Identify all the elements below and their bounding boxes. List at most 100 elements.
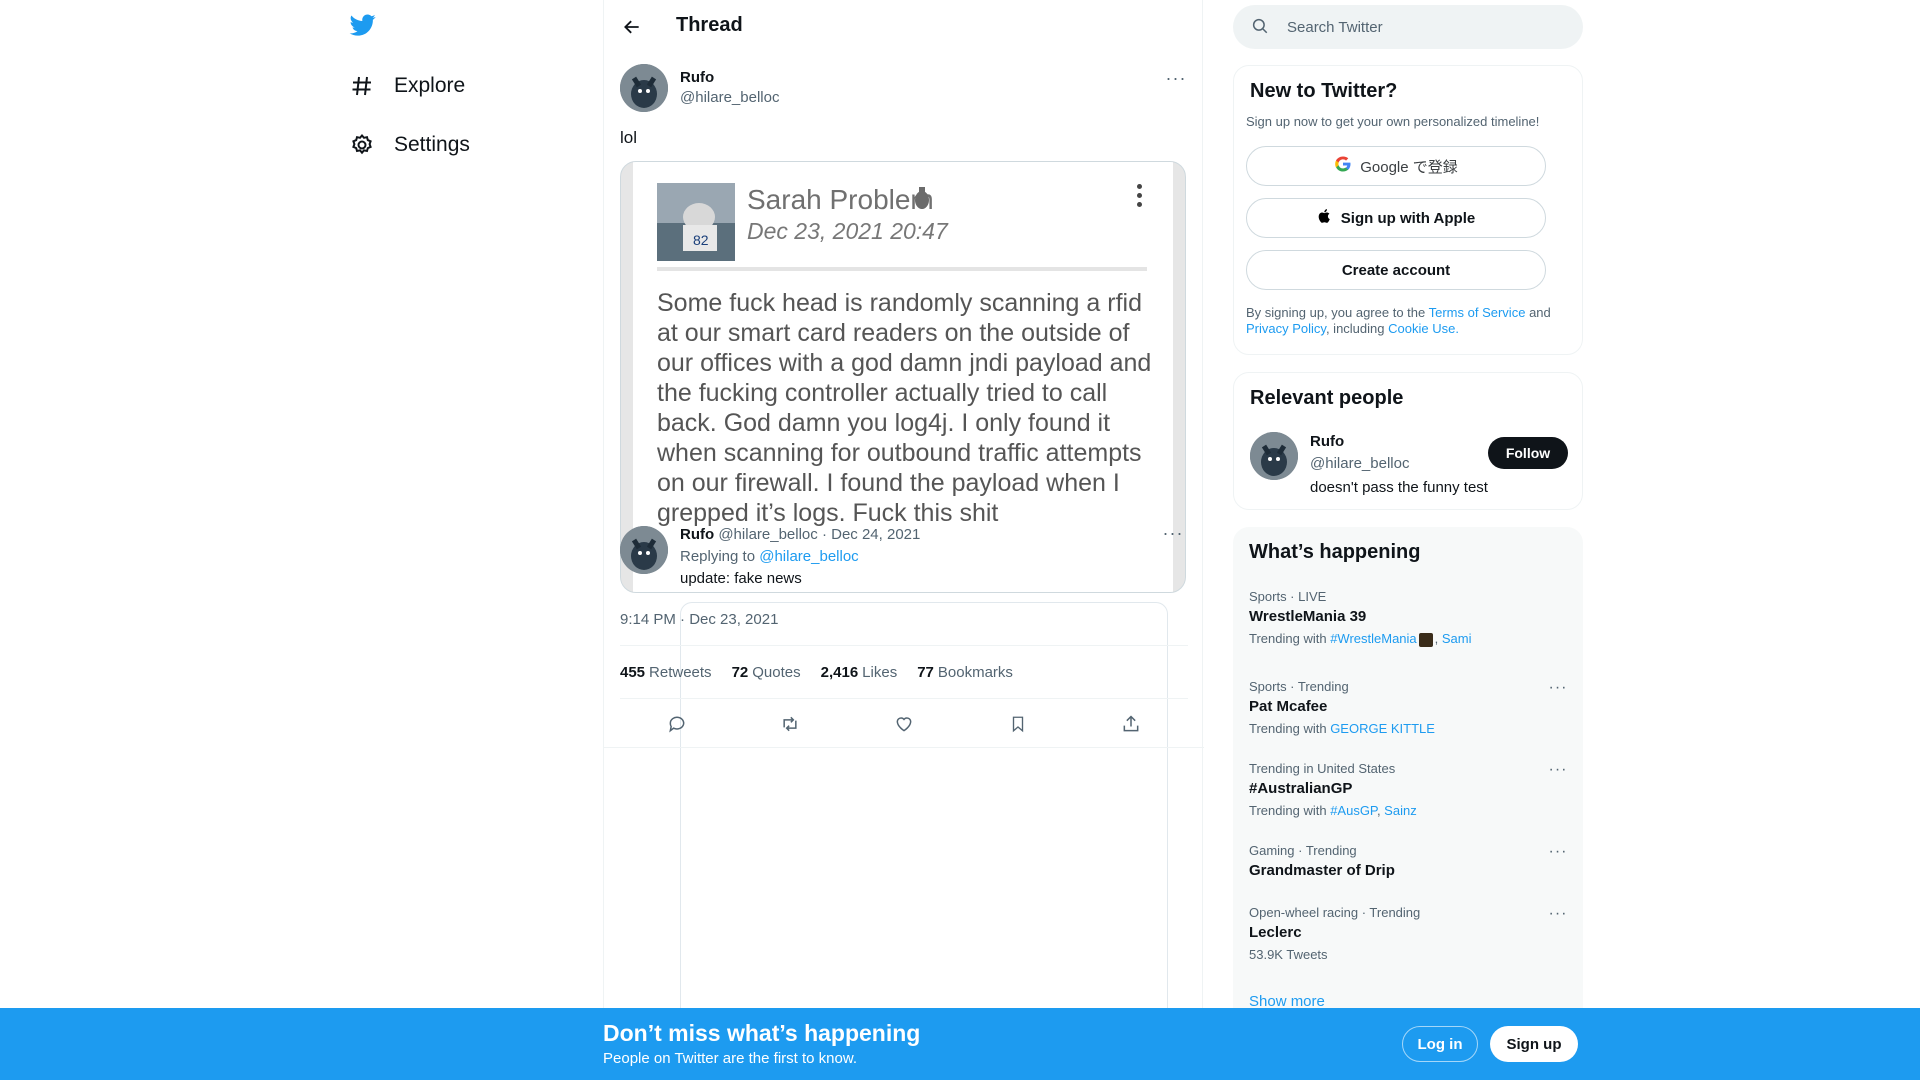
terms-of-service-link[interactable]: Terms of Service	[1429, 305, 1526, 320]
trend-name: Leclerc	[1249, 924, 1302, 941]
author-name[interactable]: Rufo	[680, 69, 714, 86]
quotes-count[interactable]: 72 Quotes	[732, 664, 801, 681]
author-handle[interactable]: @hilare_belloc	[680, 89, 779, 106]
signup-banner: Don’t miss what’s happening People on Tw…	[0, 1008, 1920, 1080]
relevant-person-name[interactable]: Rufo	[1310, 433, 1344, 450]
twitter-logo-icon[interactable]	[348, 12, 382, 42]
create-account-button[interactable]: Create account	[1246, 250, 1546, 290]
reply-author-name[interactable]: Rufo	[680, 526, 714, 543]
relevant-person-handle[interactable]: @hilare_belloc	[1310, 455, 1409, 472]
divider	[657, 267, 1147, 271]
divider	[620, 698, 1188, 699]
signup-button[interactable]: Sign up	[1490, 1026, 1578, 1062]
avatar[interactable]	[1250, 432, 1298, 480]
reply-text: update: fake news	[680, 570, 802, 587]
search-input[interactable]	[1287, 18, 1547, 36]
page-title: Thread	[676, 14, 743, 36]
search-bar[interactable]	[1233, 5, 1583, 49]
trend-count: 53.9K Tweets	[1249, 947, 1328, 962]
avatar[interactable]	[620, 526, 668, 574]
more-options-icon[interactable]: ···	[1543, 905, 1573, 925]
thread-header: Thread	[604, 0, 1204, 53]
screenshot-author-name: Sarah Problem	[747, 184, 934, 215]
reply-tweet[interactable]: Rufo @hilare_belloc · Dec 24, 2021 Reply…	[620, 523, 1186, 587]
trend-item[interactable]: Gaming · Trending Grandmaster of Drip	[1249, 843, 1569, 879]
more-options-icon[interactable]: ···	[1543, 761, 1573, 781]
reply-author-handle[interactable]: @hilare_belloc	[718, 526, 817, 543]
trend-link[interactable]: GEORGE KITTLE	[1330, 721, 1435, 736]
trend-name: WrestleMania 39	[1249, 608, 1367, 625]
tweet-text: lol	[620, 128, 638, 147]
trend-meta: Sports · LIVE	[1249, 589, 1327, 604]
nav-item-explore[interactable]: Explore	[348, 64, 465, 108]
trend-item[interactable]: Sports · LIVE WrestleMania 39 Trending w…	[1249, 589, 1569, 647]
apple-icon	[1317, 207, 1333, 229]
likes-count[interactable]: 2,416 Likes	[821, 664, 898, 681]
new-to-twitter-card: New to Twitter? Sign up now to get your …	[1233, 65, 1583, 355]
more-options-icon[interactable]: ···	[1161, 63, 1191, 93]
trend-item[interactable]: Trending in United States #AustralianGP …	[1249, 761, 1569, 818]
bookmarks-count[interactable]: 77 Bookmarks	[917, 664, 1013, 681]
trend-with-prefix: Trending with	[1249, 721, 1327, 736]
back-arrow-icon[interactable]	[614, 9, 650, 45]
hashtag-icon	[348, 72, 376, 100]
terms-text: By signing up, you agree to the Terms of…	[1246, 305, 1576, 337]
trend-with-prefix: Trending with	[1249, 803, 1327, 818]
google-signup-label: Google で登録	[1360, 158, 1458, 176]
reply-icon[interactable]	[659, 706, 695, 742]
bookmark-icon[interactable]	[1000, 706, 1036, 742]
cookie-use-link[interactable]: Cookie Use.	[1388, 321, 1459, 336]
retweets-count[interactable]: 455 Retweets	[620, 664, 712, 681]
photo-thumbnail: 82	[657, 183, 735, 261]
divider	[620, 645, 1188, 646]
tweet-actions	[620, 706, 1188, 742]
trend-link[interactable]: #AusGP	[1330, 803, 1377, 818]
tweet-timestamp[interactable]: 9:14 PM · Dec 23, 2021	[620, 611, 778, 628]
card-title: New to Twitter?	[1250, 80, 1398, 102]
trend-link[interactable]: #WrestleMania	[1330, 631, 1416, 646]
privacy-policy-link[interactable]: Privacy Policy	[1246, 321, 1326, 336]
avatar[interactable]	[620, 64, 668, 112]
replying-prefix: Replying to	[680, 548, 756, 565]
terms-prefix: By signing up, you agree to the	[1246, 305, 1426, 320]
trend-item[interactable]: Sports · Trending Pat Mcafee Trending wi…	[1249, 679, 1569, 736]
nav-item-label: Explore	[394, 74, 466, 97]
reply-date[interactable]: · Dec 24, 2021	[822, 526, 920, 543]
nav-item-settings[interactable]: Settings	[348, 123, 470, 167]
login-button[interactable]: Log in	[1402, 1026, 1478, 1062]
banner-title: Don’t miss what’s happening	[603, 1020, 921, 1046]
like-heart-icon[interactable]	[886, 706, 922, 742]
tweet-stats: 455 Retweets 72 Quotes 2,416 Likes 77 Bookma…	[620, 664, 1033, 681]
follow-button[interactable]: Follow	[1488, 437, 1568, 469]
trend-item[interactable]: Open-wheel racing · Trending Leclerc 53.…	[1249, 905, 1569, 962]
more-options-icon[interactable]: ···	[1158, 518, 1188, 548]
google-icon	[1334, 155, 1352, 177]
wrestlemania-emoji-icon	[1418, 632, 1433, 647]
kebab-menu-icon	[1137, 184, 1143, 211]
trend-link[interactable]: Sainz	[1384, 803, 1417, 818]
trend-meta: Sports · Trending	[1249, 679, 1349, 694]
replying-to-link[interactable]: @hilare_belloc	[759, 548, 858, 565]
trend-meta: Gaming · Trending	[1249, 843, 1357, 858]
trend-name: Pat Mcafee	[1249, 698, 1328, 715]
thread-column: Thread Rufo @hilare_belloc ··· lol 82 Sa…	[603, 0, 1204, 1080]
trend-with: Trending with GEORGE KITTLE	[1249, 721, 1569, 736]
trend-meta: Open-wheel racing · Trending	[1249, 905, 1421, 920]
replying-to: Replying to @hilare_belloc	[680, 548, 859, 565]
relevant-people-card: Relevant people Rufo @hilare_belloc does…	[1233, 372, 1583, 510]
more-options-icon[interactable]: ···	[1543, 679, 1573, 699]
trend-with-prefix: Trending with	[1249, 631, 1327, 646]
more-options-icon[interactable]: ···	[1543, 843, 1573, 863]
google-signup-button[interactable]: Google で登録	[1246, 146, 1546, 186]
screenshot-body-text: Some fuck head is randomly scanning a rf…	[657, 289, 1152, 527]
trend-link[interactable]: Sami	[1442, 631, 1472, 646]
card-subtitle: Sign up now to get your own personalized…	[1246, 114, 1540, 129]
search-icon	[1251, 17, 1271, 37]
card-title: What’s happening	[1249, 541, 1421, 563]
apple-signup-button[interactable]: Sign up with Apple	[1246, 198, 1546, 238]
banner-subtitle: People on Twitter are the first to know.	[603, 1050, 858, 1067]
card-title: Relevant people	[1250, 387, 1404, 409]
retweet-icon[interactable]	[772, 706, 808, 742]
share-icon[interactable]	[1113, 706, 1149, 742]
trend-name: #AustralianGP	[1249, 780, 1353, 797]
